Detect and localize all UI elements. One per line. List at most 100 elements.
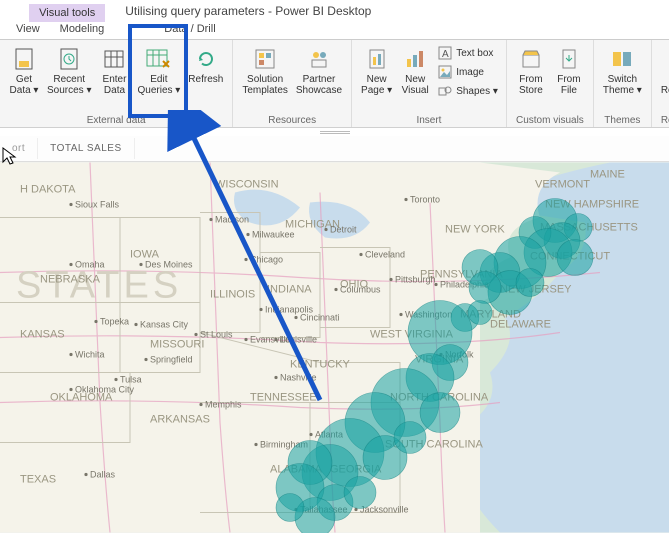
ribbon-group-custom-visuals: From Store From File Custom visuals bbox=[507, 40, 594, 127]
state-label: KENTUCKY bbox=[290, 359, 351, 371]
data-bubble[interactable] bbox=[469, 272, 501, 304]
tab-modeling[interactable]: Modeling bbox=[50, 22, 115, 39]
get-data-button[interactable]: Get Data ▾ bbox=[5, 44, 43, 98]
state-label: NEW YORK bbox=[445, 224, 505, 236]
city-label: Toronto bbox=[410, 195, 440, 205]
data-bubble[interactable] bbox=[468, 301, 492, 325]
city-label: Columbus bbox=[340, 285, 381, 295]
ribbon-group-insert: New Page ▾ New Visual A Text box Image bbox=[352, 40, 507, 127]
manage-relationships-label: Manage Relationships bbox=[661, 74, 669, 96]
ribbon-group-themes: Switch Theme ▾ Themes bbox=[594, 40, 652, 127]
content-area: ort TOTAL SALES bbox=[0, 136, 669, 533]
ribbon-collapse-handle[interactable] bbox=[315, 130, 355, 134]
solution-templates-button[interactable]: Solution Templates bbox=[238, 44, 292, 98]
page-tab-total-sales[interactable]: TOTAL SALES bbox=[38, 138, 134, 159]
tab-data-drill[interactable]: Data / Drill bbox=[154, 22, 225, 39]
svg-text:A: A bbox=[442, 49, 449, 60]
new-page-label: New Page ▾ bbox=[361, 74, 392, 96]
title-bar: Visual tools Utilising query parameters … bbox=[0, 0, 669, 22]
image-icon bbox=[437, 64, 453, 80]
data-bubble[interactable] bbox=[276, 494, 304, 522]
manage-relationships-button[interactable]: Manage Relationships bbox=[657, 44, 669, 98]
city-label: Cincinnati bbox=[300, 313, 340, 323]
recent-sources-button[interactable]: Recent Sources ▾ bbox=[43, 44, 95, 98]
ribbon: Get Data ▾ Recent Sources ▾ Enter Data E… bbox=[0, 40, 669, 128]
new-visual-button[interactable]: New Visual bbox=[396, 44, 434, 98]
switch-theme-button[interactable]: Switch Theme ▾ bbox=[599, 44, 646, 98]
city-label: Madison bbox=[215, 215, 249, 225]
image-label: Image bbox=[456, 67, 484, 78]
city-label: Cleveland bbox=[365, 250, 405, 260]
map-visual[interactable]: D STATES H DAKOTANEBRASKAKANSASOKLAHOMAT… bbox=[0, 162, 669, 533]
recent-sources-label: Recent Sources ▾ bbox=[47, 74, 91, 96]
contextual-tab-visual-tools[interactable]: Visual tools bbox=[29, 4, 105, 22]
shapes-button[interactable]: Shapes ▾ bbox=[434, 82, 501, 100]
page-tab-report[interactable]: ort bbox=[0, 138, 38, 159]
data-bubble[interactable] bbox=[420, 393, 460, 433]
title-tab-spacer bbox=[0, 4, 29, 22]
state-label: NEBRASKA bbox=[40, 274, 101, 286]
city-label: Detroit bbox=[330, 225, 357, 235]
city-label: St Louis bbox=[200, 330, 233, 340]
state-label: TENNESSEE bbox=[250, 392, 317, 404]
city-label: Tulsa bbox=[120, 375, 142, 385]
ribbon-tabs: View Modeling Data / Drill bbox=[0, 22, 669, 40]
data-bubble[interactable] bbox=[394, 422, 426, 454]
state-label: WISCONSIN bbox=[215, 179, 279, 191]
shapes-label: Shapes ▾ bbox=[456, 86, 498, 97]
from-store-label: From Store bbox=[519, 74, 543, 96]
city-label: Topeka bbox=[100, 317, 129, 327]
data-bubble[interactable] bbox=[344, 477, 376, 509]
city-label: Oklahoma City bbox=[75, 385, 135, 395]
state-label: INDIANA bbox=[267, 284, 312, 296]
text-box-icon: A bbox=[437, 45, 453, 61]
partner-showcase-button[interactable]: Partner Showcase bbox=[292, 44, 346, 98]
ribbon-group-external-data: Get Data ▾ Recent Sources ▾ Enter Data E… bbox=[0, 40, 233, 127]
image-button[interactable]: Image bbox=[434, 63, 501, 81]
ribbon-group-label-external: External data bbox=[5, 114, 227, 126]
map-svg: D STATES H DAKOTANEBRASKAKANSASOKLAHOMAT… bbox=[0, 162, 669, 533]
state-label: MAINE bbox=[590, 169, 625, 181]
state-label: H DAKOTA bbox=[20, 184, 76, 196]
ribbon-group-label-themes: Themes bbox=[599, 114, 646, 126]
tab-view[interactable]: View bbox=[6, 22, 50, 39]
city-label: Des Moines bbox=[145, 260, 193, 270]
get-data-icon bbox=[10, 46, 38, 72]
state-label: KANSAS bbox=[20, 329, 65, 341]
text-box-label: Text box bbox=[456, 48, 493, 59]
partner-showcase-label: Partner Showcase bbox=[296, 74, 342, 96]
from-store-icon bbox=[517, 46, 545, 72]
ribbon-group-resources: Solution Templates Partner Showcase Reso… bbox=[233, 40, 352, 127]
from-file-label: From File bbox=[557, 74, 580, 96]
enter-data-label: Enter Data bbox=[103, 74, 127, 96]
city-label: Chicago bbox=[250, 255, 283, 265]
from-store-button[interactable]: From Store bbox=[512, 44, 550, 98]
window-title: Utilising query parameters - Power BI De… bbox=[125, 4, 371, 18]
data-bubble[interactable] bbox=[516, 269, 544, 297]
ribbon-group-label-rel: Relationships bbox=[657, 114, 669, 126]
edit-queries-button[interactable]: Edit Queries ▾ bbox=[133, 44, 184, 98]
solution-templates-icon bbox=[251, 46, 279, 72]
state-label: VERMONT bbox=[535, 179, 590, 191]
desktop-window: Visual tools Utilising query parameters … bbox=[0, 0, 669, 533]
city-label: Wichita bbox=[75, 350, 105, 360]
data-bubble[interactable] bbox=[557, 240, 593, 276]
ribbon-group-label-custom: Custom visuals bbox=[512, 114, 588, 126]
refresh-icon bbox=[192, 46, 220, 72]
from-file-button[interactable]: From File bbox=[550, 44, 588, 98]
new-page-button[interactable]: New Page ▾ bbox=[357, 44, 396, 98]
switch-theme-icon bbox=[608, 46, 636, 72]
recent-sources-icon bbox=[55, 46, 83, 72]
refresh-button[interactable]: Refresh bbox=[184, 44, 227, 87]
new-visual-label: New Visual bbox=[402, 74, 429, 96]
enter-data-button[interactable]: Enter Data bbox=[95, 44, 133, 98]
new-page-icon bbox=[363, 46, 391, 72]
city-label: Sioux Falls bbox=[75, 200, 120, 210]
refresh-label: Refresh bbox=[188, 74, 223, 85]
city-label: Memphis bbox=[205, 400, 242, 410]
city-label: Springfield bbox=[150, 355, 193, 365]
get-data-label: Get Data ▾ bbox=[10, 74, 39, 96]
city-label: Pittsburgh bbox=[395, 275, 436, 285]
text-box-button[interactable]: A Text box bbox=[434, 44, 501, 62]
city-label: Dallas bbox=[90, 470, 116, 480]
